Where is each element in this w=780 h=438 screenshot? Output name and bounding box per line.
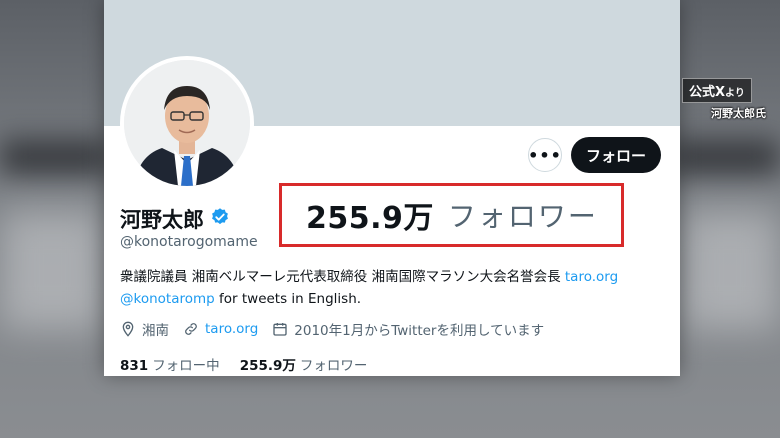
blurred-background-band-right [670,140,780,174]
handle: @konotarogomame [120,234,258,250]
location-text: 湘南 [142,323,169,339]
website-link[interactable]: taro.org [205,321,258,337]
source-caption-main: 公式Xより [682,78,752,103]
avatar[interactable] [120,56,254,190]
highlight-followers-label: フォロワー [447,200,598,233]
location-icon [122,321,134,337]
following-count: 831 [120,358,149,374]
calendar-icon [273,323,287,336]
source-caption-sub: 河野太郎氏 [711,107,766,120]
more-options-button[interactable]: ••• [528,138,562,172]
bio: 衆議院議員 湘南ベルマーレ元代表取締役 湘南国際マラソン大会名誉会長 taro.… [120,266,668,310]
blurred-background-band-left [0,140,110,174]
joined-text: 2010年1月からTwitterを利用しています [294,323,545,339]
source-caption-main-text: 公式X [689,85,726,100]
profile-meta: 湘南 taro.org 2010年1月からTwitterを利用しています [120,319,558,339]
meta-location: 湘南 [120,319,169,339]
verified-badge-icon [210,207,230,231]
followers-label: フォロワー [299,358,368,374]
bio-tail-text: for tweets in English. [214,291,362,307]
bio-text: 衆議院議員 湘南ベルマーレ元代表取締役 湘南国際マラソン大会名誉会長 [120,269,565,285]
source-caption-main-small: より [725,88,745,99]
avatar-portrait-image [124,60,250,186]
following-stat[interactable]: 831 フォロー中 [120,354,220,374]
bio-link-taro[interactable]: taro.org [565,269,618,285]
follow-button[interactable]: フォロー [571,137,661,173]
following-label: フォロー中 [152,358,220,374]
follow-stats: 831 フォロー中 255.9万 フォロワー [120,354,367,374]
meta-joined: 2010年1月からTwitterを利用しています [272,319,544,339]
name-row: 河野太郎 [120,204,230,234]
followers-count: 255.9万 [239,358,296,374]
blurred-background-soft-right [680,210,780,330]
bio-mention-link[interactable]: @konotaromp [120,291,215,307]
followers-stat[interactable]: 255.9万 フォロワー [240,354,368,374]
display-name: 河野太郎 [120,208,204,232]
blurred-background-soft-left [0,210,105,330]
followers-highlight-box: 255.9万 フォロワー [279,183,624,247]
highlight-followers-number: 255.9万 [306,201,434,236]
source-caption: 公式Xより 河野太郎氏 [682,78,766,121]
meta-website[interactable]: taro.org [183,321,258,337]
avatar-photo [124,60,250,186]
link-icon [185,323,197,335]
